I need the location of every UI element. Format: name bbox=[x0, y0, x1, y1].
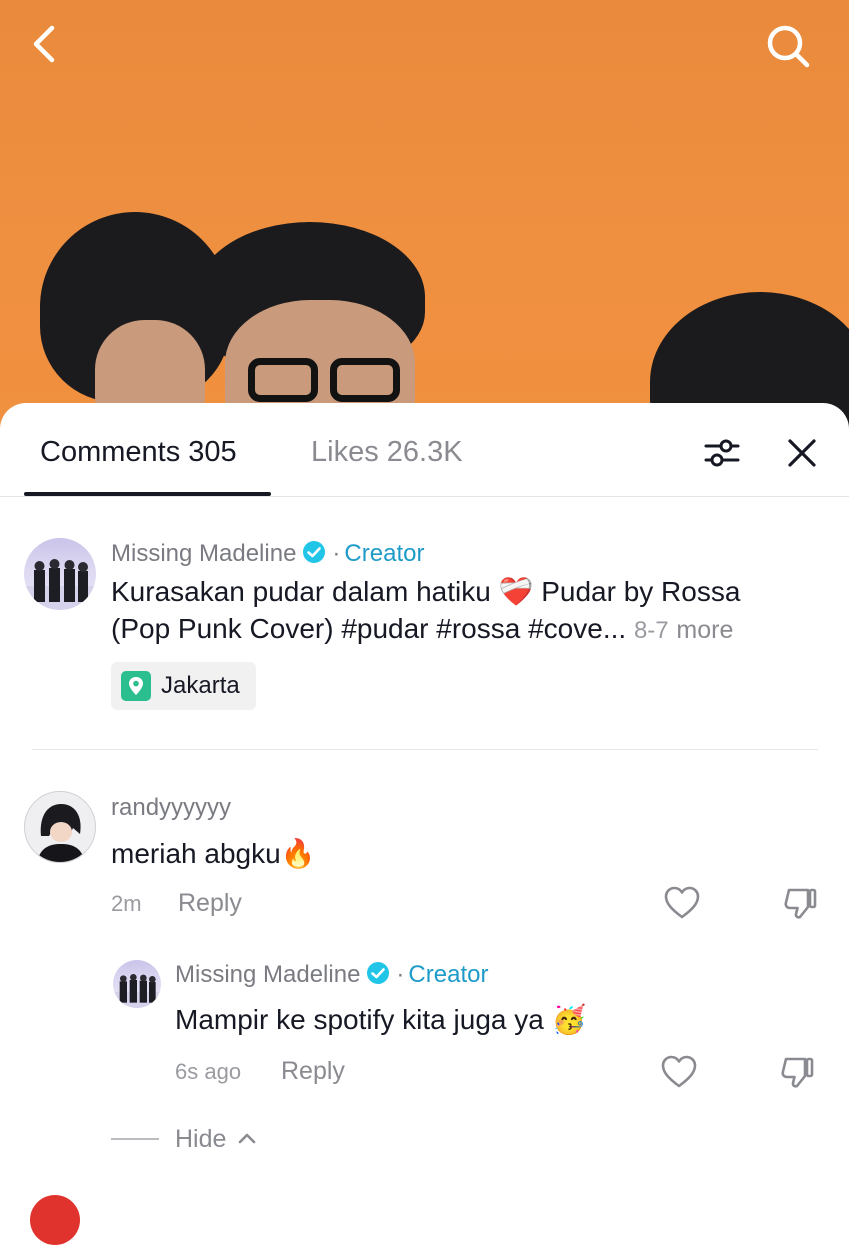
band-photo bbox=[24, 559, 96, 610]
creator-username-row: Missing Madeline · Creator bbox=[111, 540, 424, 571]
post-caption-line1: Kurasakan pudar dalam hatiku ❤️‍🩹 Pudar … bbox=[111, 576, 741, 607]
dislike-icon bbox=[784, 888, 817, 919]
reply-username[interactable]: Missing Madeline bbox=[175, 961, 360, 988]
dislike-button[interactable] bbox=[780, 883, 820, 923]
back-button[interactable] bbox=[28, 24, 68, 64]
reply-creator-badge: Creator bbox=[408, 961, 489, 988]
creator-username[interactable]: Missing Madeline bbox=[111, 540, 296, 567]
heart-icon bbox=[661, 1055, 697, 1088]
hide-divider-line bbox=[111, 1138, 159, 1140]
tab-comments[interactable]: Comments 305 bbox=[40, 436, 237, 469]
comment-time: 2m bbox=[111, 891, 142, 916]
like-button[interactable] bbox=[662, 883, 702, 923]
active-tab-indicator bbox=[24, 492, 271, 496]
divider bbox=[32, 749, 818, 750]
video-background bbox=[0, 0, 849, 430]
glasses-left-lens bbox=[248, 358, 318, 402]
more-button[interactable]: more bbox=[676, 616, 733, 644]
filter-icon bbox=[704, 439, 740, 467]
reply-username-row: Missing Madeline · Creator bbox=[175, 961, 488, 992]
tab-bar: Comments 305 Likes 26.3K bbox=[0, 403, 849, 497]
verified-icon bbox=[366, 961, 390, 992]
post-caption-line2: (Pop Punk Cover) #pudar #rossa #cove... bbox=[111, 613, 627, 644]
filter-button[interactable] bbox=[700, 431, 744, 475]
post-caption-line2-row: (Pop Punk Cover) #pudar #rossa #cove... … bbox=[111, 611, 733, 649]
heart-icon bbox=[664, 886, 700, 919]
reply-like-button[interactable] bbox=[659, 1052, 699, 1092]
next-comment-avatar[interactable] bbox=[30, 1195, 80, 1245]
separator-dot: · bbox=[332, 540, 341, 567]
hide-replies-button[interactable]: Hide bbox=[175, 1125, 257, 1154]
dislike-icon bbox=[781, 1057, 814, 1088]
reply-creator-avatar[interactable] bbox=[113, 960, 161, 1008]
tab-likes[interactable]: Likes 26.3K bbox=[311, 436, 463, 469]
location-label: Jakarta bbox=[161, 672, 240, 699]
separator-dot: · bbox=[396, 961, 405, 988]
commenter-avatar[interactable] bbox=[24, 791, 96, 863]
reply-dislike-button[interactable] bbox=[777, 1052, 817, 1092]
glasses-right-lens bbox=[330, 358, 400, 402]
creator-badge: Creator bbox=[344, 540, 425, 567]
comment-text: meriah abgku🔥 bbox=[111, 838, 316, 869]
chevron-up-icon bbox=[239, 1133, 256, 1144]
back-icon bbox=[33, 25, 55, 63]
post-date: 8-7 bbox=[633, 617, 669, 644]
anime-avatar bbox=[25, 792, 95, 862]
reply-reply-button[interactable]: Reply bbox=[281, 1057, 345, 1086]
hide-label: Hide bbox=[175, 1125, 227, 1153]
band-photo bbox=[113, 974, 161, 1008]
commenter-username[interactable]: randyyyyyy bbox=[111, 794, 231, 822]
reply-button[interactable]: Reply bbox=[178, 889, 242, 918]
search-icon bbox=[767, 25, 810, 68]
close-icon bbox=[788, 439, 816, 467]
creator-avatar[interactable] bbox=[24, 538, 96, 610]
reply-text: Mampir ke spotify kita juga ya 🥳 bbox=[175, 1004, 587, 1035]
location-tag[interactable]: Jakarta bbox=[111, 662, 256, 710]
verified-icon bbox=[302, 540, 326, 571]
reply-time: 6s ago bbox=[175, 1059, 242, 1084]
close-button[interactable] bbox=[780, 431, 824, 475]
search-button[interactable] bbox=[764, 22, 812, 70]
comments-sheet: Comments 305 Likes 26.3K Missing Madelin… bbox=[0, 403, 849, 1245]
location-pin-icon bbox=[121, 671, 151, 701]
